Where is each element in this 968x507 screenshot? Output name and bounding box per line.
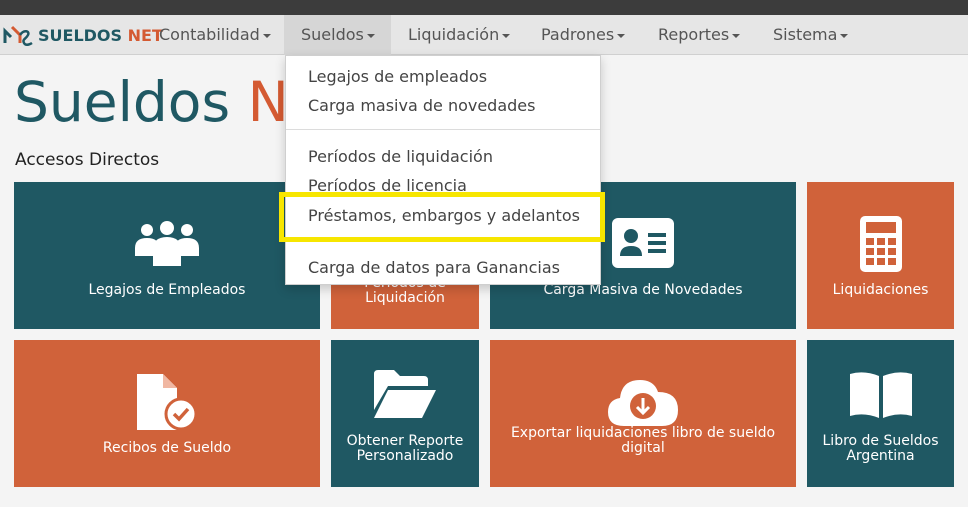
tile-label: Exportar liquidaciones libro de sueldo d… — [510, 425, 776, 456]
main-navbar: SUELDOS NET Contabilidad Sueldos Liquida… — [0, 15, 968, 55]
menu-item-carga-datos-ganancias[interactable]: Carga de datos para Ganancias — [308, 258, 560, 277]
sueldos-dropdown-menu: Legajos de empleados Carga masiva de nov… — [285, 55, 601, 285]
brand-logo[interactable]: SUELDOS NET — [2, 21, 163, 49]
cloud-download-icon — [608, 380, 678, 426]
tile-label: Legajos de Empleados — [88, 282, 246, 298]
menu-divider — [286, 129, 600, 130]
tile-label: Obtener Reporte Personalizado — [346, 433, 464, 464]
nav-padrones[interactable]: Padrones — [541, 15, 626, 55]
window-top-bar — [0, 0, 968, 15]
tile-exportar-libro-digital[interactable]: Exportar liquidaciones libro de sueldo d… — [490, 340, 796, 487]
brand-name: SUELDOS NET — [38, 25, 163, 45]
book-open-icon — [849, 372, 912, 418]
tile-obtener-reporte[interactable]: Obtener Reporte Personalizado — [331, 340, 479, 487]
chevron-down-icon — [732, 33, 741, 38]
chevron-down-icon — [262, 33, 271, 38]
nav-contabilidad[interactable]: Contabilidad — [159, 15, 271, 55]
nav-liquidacion[interactable]: Liquidación — [408, 15, 511, 55]
id-card-icon — [612, 218, 674, 268]
page-title: Sueldos Ne — [14, 70, 323, 134]
menu-item-legajos-empleados[interactable]: Legajos de empleados — [308, 67, 487, 86]
nav-sueldos[interactable]: Sueldos — [284, 15, 391, 55]
tile-legajos-empleados[interactable]: Legajos de Empleados — [14, 182, 320, 329]
tile-label: Libro de Sueldos Argentina — [822, 433, 939, 464]
calculator-icon — [859, 216, 902, 272]
tile-recibos-sueldo[interactable]: Recibos de Sueldo — [14, 340, 320, 487]
sueldos-net-logo-icon — [3, 25, 33, 47]
tile-label: Recibos de Sueldo — [102, 440, 232, 456]
menu-item-carga-masiva-novedades[interactable]: Carga masiva de novedades — [308, 96, 535, 115]
chevron-down-icon — [502, 33, 511, 38]
users-icon — [135, 221, 199, 266]
section-title: Accesos Directos — [15, 150, 160, 170]
nav-reportes[interactable]: Reportes — [658, 15, 741, 55]
folder-open-icon — [374, 370, 436, 418]
tile-libro-sueldos-argentina[interactable]: Libro de Sueldos Argentina — [807, 340, 954, 487]
chevron-down-icon — [617, 33, 626, 38]
tile-label: Liquidaciones — [832, 282, 929, 298]
tile-label: Carga Masiva de Novedades — [543, 282, 743, 298]
menu-item-periodos-liquidacion[interactable]: Períodos de liquidación — [308, 147, 493, 166]
nav-sistema[interactable]: Sistema — [773, 15, 849, 55]
chevron-down-icon — [840, 33, 849, 38]
chevron-down-icon — [366, 33, 375, 38]
tile-liquidaciones[interactable]: Liquidaciones — [807, 182, 954, 329]
file-check-icon — [137, 374, 198, 430]
highlight-box — [279, 192, 605, 242]
